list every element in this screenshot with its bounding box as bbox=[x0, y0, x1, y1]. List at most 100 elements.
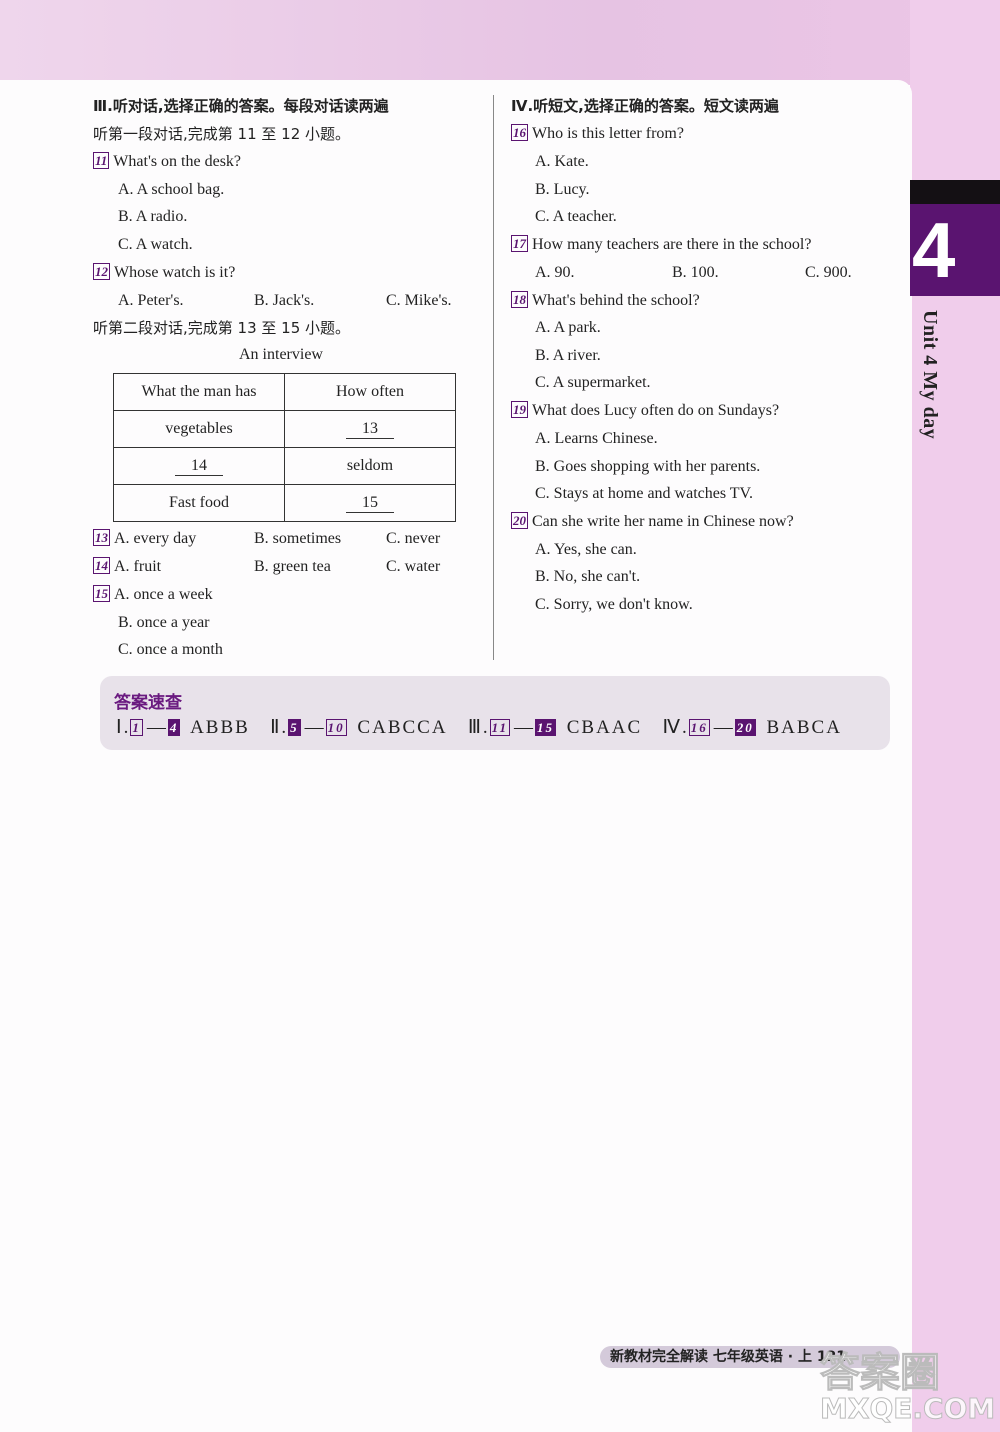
column-header: What the man has bbox=[113, 373, 285, 411]
question-number: 11 bbox=[489, 719, 510, 736]
interview-table: What the man has How often vegetables 13 1… bbox=[113, 373, 456, 522]
section-heading: Ⅳ.听短文,选择正确的答案。短文读两遍 bbox=[511, 97, 779, 115]
option: B. sometimes bbox=[254, 530, 342, 547]
option: B. once a year bbox=[118, 614, 210, 631]
blank-14: 14 bbox=[175, 457, 223, 476]
question-13: 13 A. every day bbox=[93, 528, 196, 550]
table-row: Fast food 15 bbox=[113, 484, 456, 522]
section-heading: Ⅲ.听对话,选择正确的答案。每段对话读两遍 bbox=[93, 97, 389, 115]
question-number: 11 bbox=[93, 152, 110, 169]
answer-key-line: Ⅰ. 1—4 ABBB Ⅱ. 5—10 CABCCA Ⅲ. 11—15 CBAAC Ⅳ… bbox=[116, 716, 842, 739]
option: B. A river. bbox=[535, 347, 601, 364]
answers: CBAAC bbox=[566, 717, 643, 738]
option: C. water bbox=[386, 558, 441, 575]
question-number: 16 bbox=[688, 719, 710, 736]
instruction: 听第一段对话,完成第 11 至 12 小题。 bbox=[93, 125, 351, 143]
answer-group: Ⅱ. 5—10 CABCCA bbox=[270, 717, 448, 738]
option: B. 100. bbox=[672, 264, 719, 281]
unit-title: Unit 4 My day bbox=[919, 310, 941, 440]
top-band bbox=[0, 0, 1000, 85]
table-cell: Fast food bbox=[113, 484, 285, 522]
question-17: 17 How many teachers are there in the sch… bbox=[511, 234, 811, 256]
option: B. No, she can't. bbox=[535, 568, 641, 585]
table-cell: vegetables bbox=[113, 410, 285, 448]
answer-key: 答案速查 Ⅰ. 1—4 ABBB Ⅱ. 5—10 CABCCA Ⅲ. 11—15 CB… bbox=[100, 676, 890, 750]
option: B. Jack's. bbox=[254, 292, 315, 309]
instruction: 听第二段对话,完成第 13 至 15 小题。 bbox=[93, 319, 351, 337]
option: A. 90. bbox=[535, 264, 575, 281]
table-header-row: What the man has How often bbox=[113, 373, 456, 411]
question-number: 19 bbox=[511, 401, 528, 418]
question-text: What's behind the school? bbox=[532, 292, 700, 309]
option: A. A park. bbox=[535, 319, 601, 336]
answers: ABBB bbox=[190, 717, 250, 738]
question-number: 5 bbox=[288, 719, 301, 736]
question-19: 19 What does Lucy often do on Sundays? bbox=[511, 400, 779, 422]
answer-group: Ⅳ. 16—20 BABCA bbox=[662, 717, 842, 738]
question-number: 1 bbox=[130, 719, 143, 736]
option: A. every day bbox=[114, 530, 197, 547]
option: B. Goes shopping with her parents. bbox=[535, 458, 761, 475]
question-text: What's on the desk? bbox=[113, 153, 242, 170]
question-text: Whose watch is it? bbox=[114, 264, 236, 281]
question-14: 14 A. fruit bbox=[93, 556, 161, 578]
option: C. A watch. bbox=[118, 236, 193, 253]
question-text: Who is this letter from? bbox=[532, 125, 684, 142]
unit-number: 4 bbox=[912, 206, 956, 294]
table-caption: An interview bbox=[239, 346, 323, 363]
answer-group: Ⅲ. 11—15 CBAAC bbox=[467, 717, 643, 738]
question-text: Can she write her name in Chinese now? bbox=[532, 513, 794, 530]
question-11: 11 What's on the desk? bbox=[93, 151, 241, 173]
option: A. Kate. bbox=[535, 153, 589, 170]
option: A. Learns Chinese. bbox=[535, 430, 658, 447]
blank-13: 13 bbox=[346, 420, 394, 439]
textbook-page: 4 Unit 4 My day Ⅲ.听对话,选择正确的答案。每段对话读两遍 听第… bbox=[0, 0, 1000, 1432]
question-number: 14 bbox=[93, 557, 110, 574]
option: A. Yes, she can. bbox=[535, 541, 637, 558]
tab-bar bbox=[910, 180, 1000, 204]
table-row: 14 seldom bbox=[113, 447, 456, 485]
table-cell: 15 bbox=[284, 484, 456, 522]
option: C. Mike's. bbox=[386, 292, 452, 309]
option: A. A school bag. bbox=[118, 181, 225, 198]
option: C. Stays at home and watches TV. bbox=[535, 485, 754, 502]
table-cell: seldom bbox=[284, 447, 456, 485]
question-text: What does Lucy often do on Sundays? bbox=[532, 402, 780, 419]
question-number: 16 bbox=[511, 124, 528, 141]
column-header: How often bbox=[284, 373, 456, 411]
option: B. A radio. bbox=[118, 208, 188, 225]
question-16: 16 Who is this letter from? bbox=[511, 123, 684, 145]
question-number: 15 bbox=[534, 719, 556, 736]
table-cell: 14 bbox=[113, 447, 285, 485]
question-20: 20 Can she write her name in Chinese now? bbox=[511, 511, 794, 533]
option: C. never bbox=[386, 530, 441, 547]
question-number: 18 bbox=[511, 291, 528, 308]
question-15: 15 A. once a week bbox=[93, 584, 213, 606]
table-cell: 13 bbox=[284, 410, 456, 448]
answers: BABCA bbox=[766, 717, 842, 738]
question-number: 4 bbox=[167, 719, 181, 736]
blank-15: 15 bbox=[346, 494, 394, 513]
table-row: vegetables 13 bbox=[113, 410, 456, 448]
question-number: 17 bbox=[511, 235, 528, 252]
question-number: 15 bbox=[93, 585, 110, 602]
option: C. once a month bbox=[118, 641, 223, 658]
question-number: 20 bbox=[734, 719, 756, 736]
option: A. fruit bbox=[114, 558, 162, 575]
answer-group: Ⅰ. 1—4 ABBB bbox=[116, 717, 250, 738]
roman-numeral: Ⅱ. bbox=[270, 717, 289, 738]
option: C. A supermarket. bbox=[535, 374, 651, 391]
option: B. Lucy. bbox=[535, 181, 590, 198]
question-number: 13 bbox=[93, 529, 110, 546]
option: B. green tea bbox=[254, 558, 331, 575]
question-number: 12 bbox=[93, 263, 110, 280]
option: C. A teacher. bbox=[535, 208, 617, 225]
question-18: 18 What's behind the school? bbox=[511, 290, 700, 312]
question-text: How many teachers are there in the schoo… bbox=[532, 236, 812, 253]
question-12: 12 Whose watch is it? bbox=[93, 262, 235, 284]
column-divider bbox=[493, 95, 494, 660]
option: A. Peter's. bbox=[118, 292, 184, 309]
roman-numeral: Ⅲ. bbox=[467, 717, 490, 738]
watermark-url: MXQE.COM bbox=[819, 1392, 996, 1426]
watermark-logo: 答案圈 bbox=[820, 1350, 941, 1397]
